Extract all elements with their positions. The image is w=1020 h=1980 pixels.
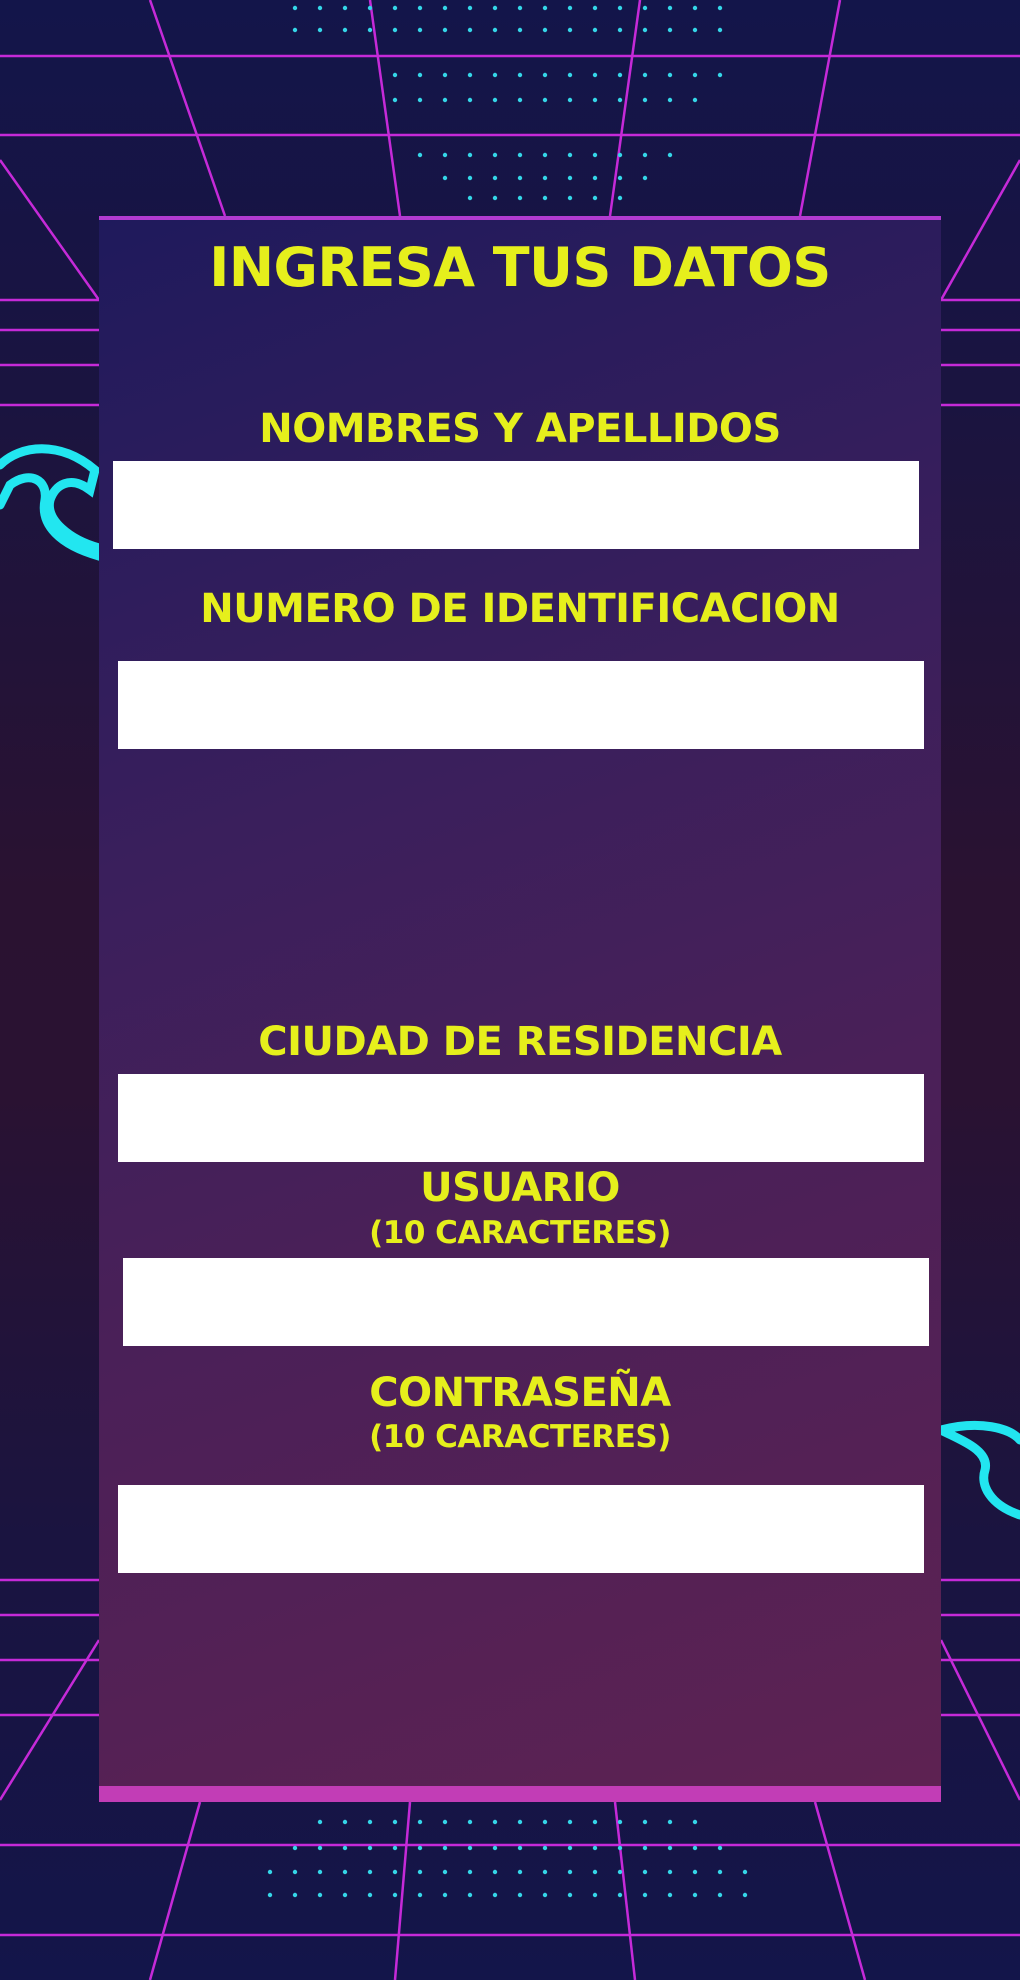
neon-squiggle-left xyxy=(0,444,104,562)
form-title: INGRESA TUS DATOS xyxy=(209,236,831,299)
card-bottom-bar xyxy=(99,1786,941,1802)
label-contrasena: CONTRASEÑA xyxy=(369,1370,671,1416)
numero-identificacion-input[interactable] xyxy=(118,661,924,749)
usuario-hint: (10 CARACTERES) xyxy=(369,1215,671,1251)
contrasena-hint: (10 CARACTERES) xyxy=(369,1419,671,1455)
neon-squiggle-right xyxy=(936,1420,1020,1520)
nombres-apellidos-input[interactable] xyxy=(113,461,919,549)
label-numero-identificacion: NUMERO DE IDENTIFICACION xyxy=(200,586,840,632)
contrasena-input[interactable] xyxy=(118,1485,924,1573)
ciudad-residencia-input[interactable] xyxy=(118,1074,924,1162)
label-usuario: USUARIO xyxy=(420,1165,620,1211)
label-ciudad-residencia: CIUDAD DE RESIDENCIA xyxy=(258,1019,782,1065)
form-card: INGRESA TUS DATOS NOMBRES Y APELLIDOS NU… xyxy=(99,216,941,1802)
usuario-input[interactable] xyxy=(123,1258,929,1346)
label-nombres-apellidos: NOMBRES Y APELLIDOS xyxy=(259,406,781,452)
